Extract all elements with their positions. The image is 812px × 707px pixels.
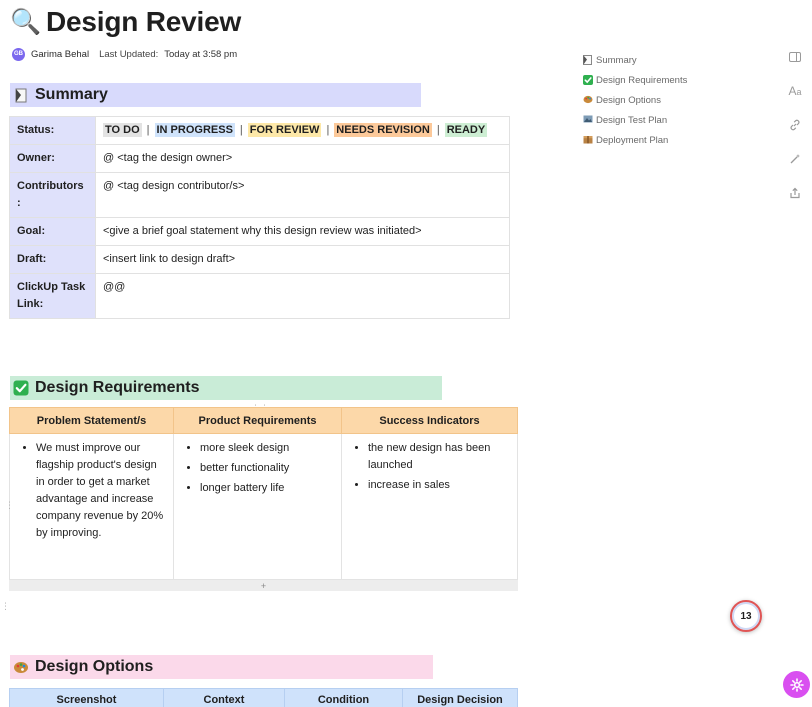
status-chip-for-review[interactable]: FOR REVIEW: [247, 123, 322, 137]
page-meta: GB Garima Behal Last Updated: Today at 3…: [12, 47, 237, 61]
notification-badge[interactable]: 13: [730, 600, 762, 632]
contributors-label: Contributors :: [9, 172, 96, 218]
task-link-label: ClickUp Task Link:: [9, 273, 96, 319]
palette-icon: [12, 658, 30, 676]
problem-cell[interactable]: We must improve our flagship product's d…: [9, 433, 174, 580]
table-row: We must improve our flagship product's d…: [9, 433, 518, 580]
draft-value[interactable]: <insert link to design draft>: [95, 245, 510, 274]
status-chip-ready[interactable]: READY: [444, 123, 488, 137]
column-header[interactable]: Product Requirements: [173, 407, 342, 434]
goal-label: Goal:: [9, 217, 96, 246]
column-header[interactable]: Screenshot: [9, 688, 164, 707]
toc-item-design-test-plan[interactable]: Design Test Plan: [582, 110, 687, 130]
author-name[interactable]: Garima Behal: [31, 49, 89, 60]
list-item: better functionality: [200, 460, 333, 477]
block-drag-handle-icon[interactable]: ⋮: [1, 601, 10, 612]
package-icon: [582, 134, 593, 146]
draft-label: Draft:: [9, 245, 96, 274]
column-header[interactable]: Design Decision: [402, 688, 518, 707]
check-mark-icon: [582, 74, 593, 87]
success-indicators-cell[interactable]: the new design has been launched increas…: [341, 433, 518, 580]
image-icon: [582, 114, 593, 126]
options-heading-text: Design Options: [35, 658, 154, 675]
list-item: the new design has been launched: [368, 440, 509, 474]
page-title: 🔍 Design Review: [10, 4, 241, 40]
settings-fab-icon[interactable]: [783, 671, 810, 698]
palette-icon: [582, 94, 593, 106]
sidebar-toggle-icon[interactable]: [785, 40, 805, 74]
table-header-row: Screenshot Context Condition Design Deci…: [9, 688, 518, 707]
avatar[interactable]: GB: [12, 47, 25, 61]
toc-item-design-requirements[interactable]: Design Requirements: [582, 71, 687, 91]
status-value[interactable]: TO DO | IN PROGRESS | FOR REVIEW | NEEDS REVIS…: [95, 116, 510, 145]
owner-label: Owner:: [9, 144, 96, 173]
column-header[interactable]: Problem Statement/s: [9, 407, 174, 434]
task-link-value[interactable]: @@: [95, 273, 510, 319]
requirements-heading-text: Design Requirements: [35, 379, 200, 396]
options-table: Screenshot Context Condition Design Deci…: [9, 688, 518, 707]
toc-item-summary[interactable]: Summary: [582, 51, 687, 71]
summary-heading: Summary: [10, 83, 421, 107]
share-icon[interactable]: [785, 176, 805, 210]
table-of-contents: Summary Design Requirements Design Optio…: [582, 51, 687, 150]
list-item: We must improve our flagship product's d…: [36, 440, 165, 542]
row-drag-handle-icon[interactable]: ⋮: [5, 500, 14, 511]
summary-heading-text: Summary: [35, 86, 108, 103]
page-icon: [582, 54, 593, 67]
add-row-button[interactable]: +: [9, 580, 518, 591]
table-row: Draft: <insert link to design draft>: [9, 245, 510, 274]
goal-value[interactable]: <give a brief goal statement why this de…: [95, 217, 510, 246]
table-row: ClickUp Task Link: @@: [9, 273, 510, 319]
toc-item-deployment-plan[interactable]: Deployment Plan: [582, 130, 687, 150]
last-updated-label: Last Updated:: [99, 48, 159, 60]
product-requirements-cell[interactable]: more sleek design better functionality l…: [173, 433, 342, 580]
column-header[interactable]: Condition: [284, 688, 403, 707]
status-chip-in-progress[interactable]: IN PROGRESS: [154, 123, 235, 137]
status-chip-todo[interactable]: TO DO: [103, 123, 142, 137]
magnifying-glass-icon: 🔍: [10, 7, 42, 36]
contributors-value[interactable]: @ <tag design contributor/s>: [95, 172, 510, 218]
link-icon[interactable]: [785, 108, 805, 142]
options-heading: Design Options: [10, 655, 433, 679]
table-header-row: Problem Statement/s Product Requirements…: [9, 407, 518, 434]
page-icon: [12, 86, 30, 104]
font-size-icon[interactable]: Aa: [785, 74, 805, 108]
requirements-heading: Design Requirements: [10, 376, 442, 400]
owner-value[interactable]: @ <tag the design owner>: [95, 144, 510, 173]
table-row: Owner: @ <tag the design owner>: [9, 144, 510, 173]
list-item: more sleek design: [200, 440, 333, 457]
table-row: Goal: <give a brief goal statement why t…: [9, 217, 510, 246]
status-chip-needs-revision[interactable]: NEEDS REVISION: [334, 123, 432, 137]
list-item: increase in sales: [368, 477, 509, 494]
list-item: longer battery life: [200, 480, 333, 497]
check-mark-icon: [12, 379, 30, 397]
table-row: Contributors : @ <tag design contributor…: [9, 172, 510, 218]
requirements-table: Problem Statement/s Product Requirements…: [9, 407, 518, 580]
last-updated-value: Today at 3:58 pm: [164, 48, 238, 60]
status-label: Status:: [9, 116, 96, 145]
magic-wand-icon[interactable]: [785, 142, 805, 176]
table-row: Status: TO DO | IN PROGRESS | FOR REVIEW | NEE…: [9, 116, 510, 145]
toc-item-design-options[interactable]: Design Options: [582, 91, 687, 111]
summary-table: Status: TO DO | IN PROGRESS | FOR REVIEW | NEE…: [9, 116, 510, 319]
page-title-text: Design Review: [46, 6, 242, 37]
column-header[interactable]: Context: [163, 688, 285, 707]
column-header[interactable]: Success Indicators: [341, 407, 518, 434]
right-toolbar: Aa: [785, 40, 805, 210]
